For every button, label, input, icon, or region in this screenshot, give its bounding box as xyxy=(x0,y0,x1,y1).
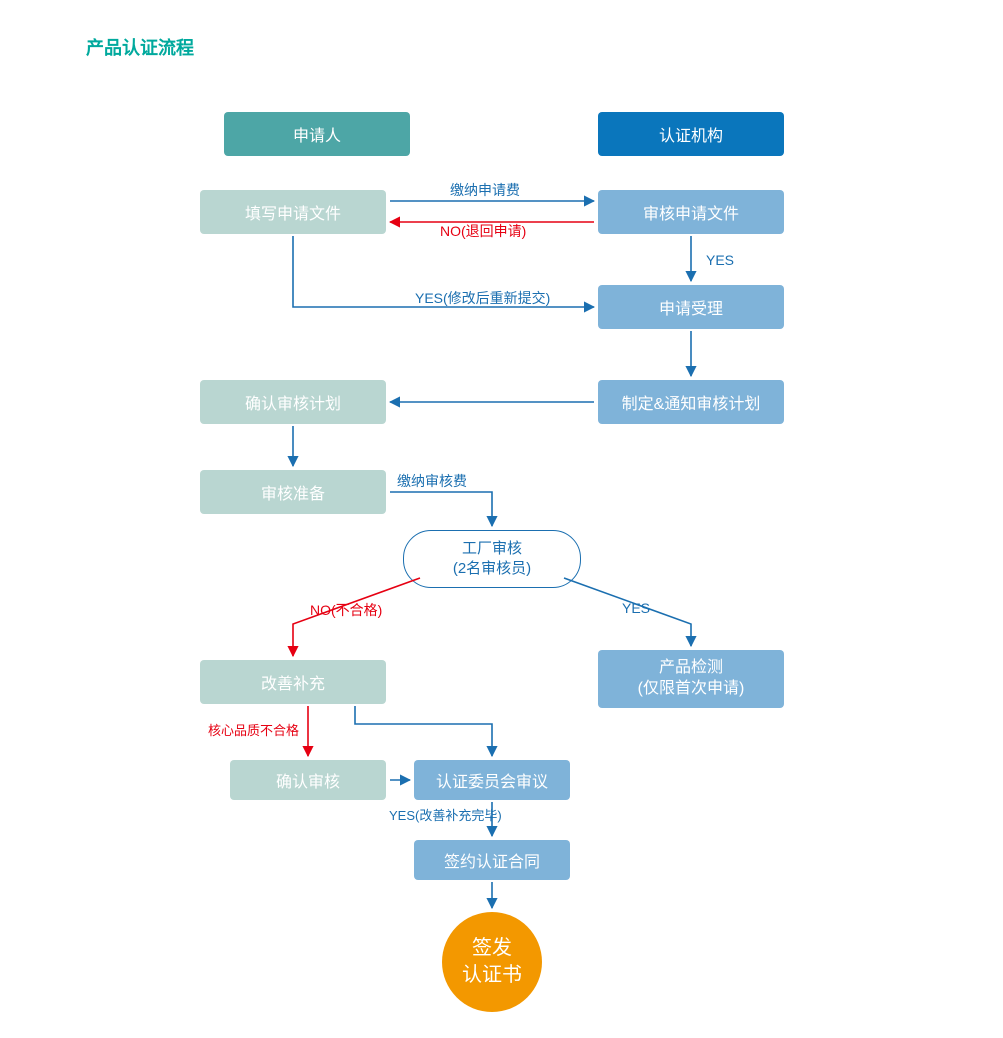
node-factory-audit: 工厂审核 (2名审核员) xyxy=(403,530,581,588)
node-confirm-audit: 确认审核 xyxy=(230,760,386,800)
node-fill-application: 填写申请文件 xyxy=(200,190,386,234)
label-pay-app-fee: 缴纳申请费 xyxy=(450,180,520,200)
label-pay-audit-fee: 缴纳审核费 xyxy=(397,471,467,491)
label-no-fail: NO(不合格) xyxy=(310,600,382,620)
node-sign-contract: 签约认证合同 xyxy=(414,840,570,880)
label-no-return: NO(退回申请) xyxy=(440,221,526,241)
factory-audit-line2: (2名审核员) xyxy=(453,559,531,579)
header-org: 认证机构 xyxy=(598,112,784,156)
issue-cert-line1: 签发 xyxy=(472,935,512,962)
node-review-application: 审核申请文件 xyxy=(598,190,784,234)
node-confirm-plan: 确认审核计划 xyxy=(200,380,386,424)
page-title: 产品认证流程 xyxy=(86,34,194,60)
label-yes-1: YES xyxy=(706,252,734,268)
node-improve: 改善补充 xyxy=(200,660,386,704)
label-yes-improved: YES(改善补充完毕) xyxy=(389,805,502,824)
node-prepare-audit: 审核准备 xyxy=(200,470,386,514)
issue-cert-line2: 认证书 xyxy=(462,962,522,989)
header-applicant: 申请人 xyxy=(224,112,410,156)
node-product-test: 产品检测 (仅限首次申请) xyxy=(598,650,784,708)
product-test-line1: 产品检测 xyxy=(659,658,723,679)
label-yes-resubmit: YES(修改后重新提交) xyxy=(415,288,550,308)
product-test-line2: (仅限首次申请) xyxy=(638,679,745,700)
factory-audit-line1: 工厂审核 xyxy=(462,539,522,559)
arrows-layer xyxy=(0,0,1003,1038)
label-yes-2: YES xyxy=(622,600,650,616)
node-committee: 认证委员会审议 xyxy=(414,760,570,800)
flowchart-stage: 产品认证流程 申请人 认证机构 填写申请文件 审核申请文件 申请受理 制定&通知… xyxy=(0,0,1003,1038)
node-plan-audit: 制定&通知审核计划 xyxy=(598,380,784,424)
node-issue-certificate: 签发 认证书 xyxy=(442,912,542,1012)
label-core-fail: 核心品质不合格 xyxy=(208,720,299,739)
node-accept-application: 申请受理 xyxy=(598,285,784,329)
